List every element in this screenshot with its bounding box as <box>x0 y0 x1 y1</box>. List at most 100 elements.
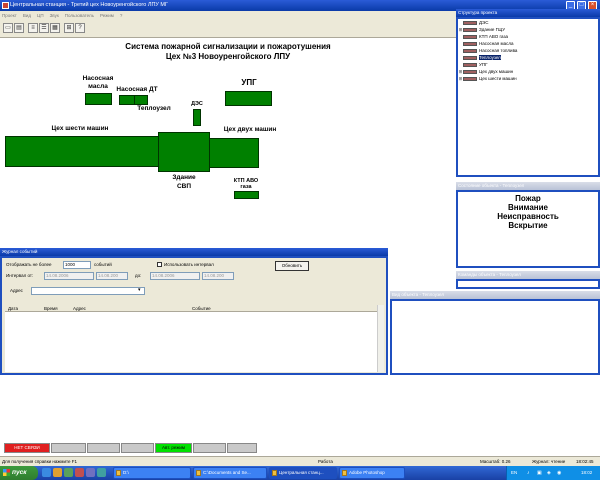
tree-node[interactable]: ДЭС <box>458 19 489 26</box>
menu-cp[interactable]: ЦП <box>37 11 44 20</box>
folder-icon <box>116 470 121 476</box>
label-shop-six: Цех шести машин <box>51 125 109 132</box>
diagram-subtitle: Цех №3 Новоуренгойского ЛПУ <box>165 52 291 61</box>
object-icon <box>463 27 477 32</box>
object-icon <box>463 62 477 67</box>
use-interval-checkbox[interactable]: Использовать интервал <box>157 261 214 268</box>
task-central-station[interactable]: Центральная станц... <box>269 467 337 479</box>
interval-from-label: Интервал от: <box>6 273 34 278</box>
column-event[interactable]: Событие <box>192 305 211 312</box>
menu-sound[interactable]: Звук <box>50 11 59 20</box>
column-time[interactable]: Время <box>44 305 58 312</box>
label-upg: УПГ <box>241 78 257 87</box>
language-indicator[interactable]: EN <box>511 466 517 480</box>
indicator-slot <box>51 443 86 453</box>
desktop-icon[interactable] <box>86 468 95 477</box>
address-select[interactable] <box>31 287 145 295</box>
label-oil-pump-line2: масла <box>88 83 108 90</box>
show-limit-unit: событий <box>94 262 112 267</box>
menu-view[interactable]: Вид <box>23 11 31 20</box>
config-icon[interactable]: ⊞ <box>64 23 74 33</box>
tree-node[interactable]: ⊞ Здание ГЩУ <box>458 26 506 33</box>
open-icon[interactable]: ▭ <box>3 23 13 33</box>
taskbar: пуск D:\ C:\Documents and Se... Централь… <box>0 466 600 480</box>
menu-user[interactable]: Пользователь <box>65 11 94 20</box>
folder-icon <box>196 470 201 476</box>
media-icon[interactable] <box>64 468 73 477</box>
tree-node[interactable]: ⊞ Цех двух машин <box>458 68 514 75</box>
object-shop-six[interactable] <box>5 136 160 167</box>
address-label: Адрес <box>10 288 23 293</box>
list-icon[interactable]: ≡ <box>28 23 38 33</box>
menu-project[interactable]: Проект <box>2 11 17 20</box>
volume-icon[interactable]: ♪ <box>527 466 530 480</box>
label-shop-two: Цех двух машин <box>223 126 277 133</box>
menu-help[interactable]: ? <box>120 11 123 20</box>
date-from-input[interactable]: 14.08.2006 <box>44 272 94 280</box>
show-limit-input[interactable]: 1000 <box>63 261 91 269</box>
browser-icon[interactable] <box>42 468 51 477</box>
tree-node[interactable]: Насосная масла <box>458 40 513 47</box>
state-fault: Неисправность <box>497 212 559 221</box>
security-icon[interactable]: ◈ <box>547 466 551 480</box>
help-hint: Для получения справки нажмите F1 <box>2 459 78 464</box>
work-mode: Работа <box>318 459 333 464</box>
object-upg[interactable] <box>225 91 272 106</box>
tree-node[interactable]: Насосная топлива <box>458 47 517 54</box>
column-address[interactable]: Адрес <box>73 305 86 312</box>
list-details-icon[interactable]: ☰ <box>39 23 49 33</box>
journal-table-body <box>5 312 377 372</box>
tree-node-selected[interactable]: Теплоузел <box>458 54 501 61</box>
project-tree: ДЭС ⊞ Здание ГЩУ КТП АВО газа Насосная ма… <box>456 17 600 177</box>
show-limit-label: Отображать не более <box>6 262 52 267</box>
grid-icon[interactable]: ▦ <box>50 23 60 33</box>
mail-icon[interactable] <box>53 468 62 477</box>
print-icon[interactable]: ▤ <box>14 23 24 33</box>
event-journal: Отображать не более 1000 событий Использ… <box>0 256 388 375</box>
status-bar: Для получения справки нажмите F1 Работа … <box>0 456 600 466</box>
view-panel-title: Вид объекта - Теплоузел <box>390 291 600 299</box>
object-svp-building[interactable] <box>158 132 210 172</box>
object-oil-pump[interactable] <box>85 93 112 105</box>
time-from-input[interactable]: 14.08.200 <box>96 272 128 280</box>
time-to-input[interactable]: 14.08.200 <box>202 272 234 280</box>
object-icon <box>463 76 477 81</box>
app-icon <box>272 470 277 476</box>
object-ktp-avo[interactable] <box>234 191 259 199</box>
tree-node[interactable]: ⊞ Цех шести машин <box>458 75 517 82</box>
object-state-panel: Пожар Внимание Неисправность Вскрытие <box>456 190 600 268</box>
object-diesel-pump[interactable] <box>119 95 135 105</box>
date-to-input[interactable]: 14.08.2006 <box>150 272 200 280</box>
task-photoshop[interactable]: Adobe Photoshop <box>339 467 405 479</box>
column-date[interactable]: Дата <box>8 305 18 312</box>
tree-node[interactable]: КТП АВО газа <box>458 33 508 40</box>
journal-table-header: Дата Время Адрес Событие <box>5 305 377 312</box>
chevron-down-icon[interactable]: ▾ <box>138 287 141 294</box>
app-icon <box>2 2 9 9</box>
label-svp-line2: СВП <box>176 183 192 190</box>
app-icon[interactable] <box>75 468 84 477</box>
network-icon[interactable]: ▣ <box>537 466 542 480</box>
refresh-button[interactable]: Обновить <box>275 261 309 271</box>
explorer-icon[interactable] <box>97 468 106 477</box>
clock: 18:02 <box>581 470 593 475</box>
help-icon[interactable]: ? <box>75 23 85 33</box>
task-documents[interactable]: C:\Documents and Se... <box>193 467 267 479</box>
journal-scrollbar[interactable] <box>377 305 384 372</box>
object-des[interactable] <box>193 109 201 126</box>
photoshop-icon <box>342 470 347 476</box>
indicator-auto-mode: Авт. режим <box>155 443 192 453</box>
object-shop-two[interactable] <box>209 138 259 168</box>
label-teplouzel: Теплоузел <box>137 105 171 112</box>
journal-title: Журнал событий <box>0 248 388 256</box>
object-teplouzel[interactable] <box>134 95 148 105</box>
menu-mode[interactable]: Режим <box>100 11 114 20</box>
system-tray: EN ♪ ▣ ◈ ◉ 18:02 <box>506 466 600 480</box>
tree-node[interactable]: УПГ <box>458 61 488 68</box>
start-button[interactable]: пуск <box>0 466 38 480</box>
facility-diagram: Система пожарной сигнализации и пожароту… <box>0 38 456 246</box>
tray-app-icon[interactable]: ◉ <box>557 466 561 480</box>
object-icon <box>463 48 477 53</box>
indicator-slot <box>87 443 120 453</box>
task-folder-d[interactable]: D:\ <box>113 467 191 479</box>
